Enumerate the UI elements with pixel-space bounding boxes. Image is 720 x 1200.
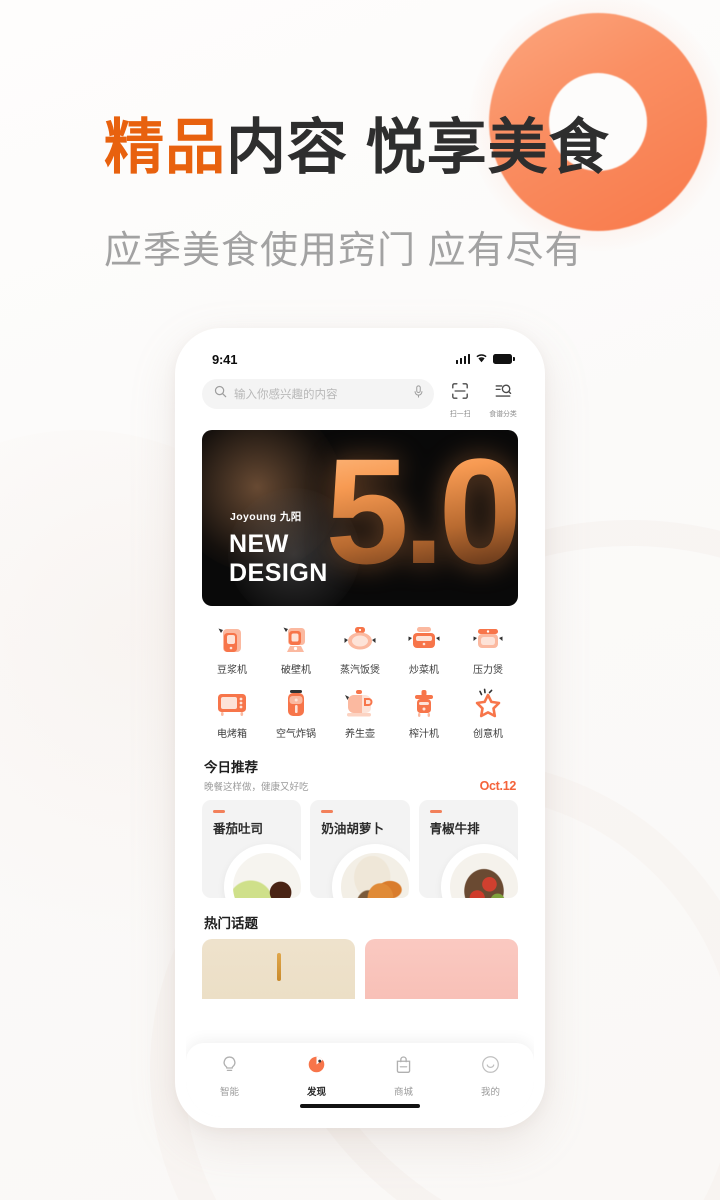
category-label: 炒菜机 <box>409 665 439 676</box>
tab-label: 商城 <box>393 1087 413 1098</box>
category-label: 压力煲 <box>473 665 503 676</box>
lightbulb-icon <box>220 1055 239 1079</box>
category-label: 豆浆机 <box>217 665 247 676</box>
category-item-soymilk-maker[interactable]: 豆浆机 <box>200 618 264 682</box>
category-label: 榨汁机 <box>409 729 439 740</box>
search-bar-row: 输入你感兴趣的内容 扫一扫 食谱分类 <box>186 373 534 419</box>
category-item-pressure-cooker[interactable]: 压力煲 <box>456 618 520 682</box>
recipe-photo <box>440 844 518 898</box>
category-item-health-pot[interactable]: 养生壶 <box>328 682 392 746</box>
recipe-card[interactable]: 番茄吐司 <box>202 800 302 898</box>
category-label: 电烤箱 <box>217 729 247 740</box>
recommend-title: 今日推荐 <box>204 760 258 775</box>
juicer-icon <box>407 688 441 720</box>
tab-profile[interactable]: 我的 <box>447 1055 534 1098</box>
search-icon <box>214 385 227 403</box>
battery-icon <box>493 354 515 364</box>
cooking-robot-icon <box>407 624 441 656</box>
topic-card-beige[interactable] <box>202 939 355 999</box>
recipe-category-icon <box>494 382 512 405</box>
recipe-card-title: 奶油胡萝卜 <box>321 822 384 836</box>
recipe-card-title: 番茄吐司 <box>213 822 264 836</box>
category-label: 创意机 <box>473 729 503 740</box>
recommend-header-text: 今日推荐 晚餐这样做，健康又好吃 <box>204 756 480 793</box>
search-placeholder: 输入你感兴趣的内容 <box>234 389 338 401</box>
recipe-card[interactable]: 奶油胡萝卜 <box>310 800 410 898</box>
tab-label: 发现 <box>306 1087 326 1098</box>
recommend-date: Oct.12 <box>479 779 517 793</box>
category-label: 空气炸锅 <box>276 729 316 740</box>
hot-topics-title: 热门话题 <box>204 916 258 931</box>
search-input[interactable]: 输入你感兴趣的内容 <box>202 379 434 409</box>
phone-mockup: 9:41 输入你感兴趣的内容 扫一扫 食谱分类 5.0 Joyoung 九阳 N… <box>175 328 545 1128</box>
banner-title: NEW DESIGN <box>229 530 328 588</box>
profile-icon <box>481 1055 500 1079</box>
tab-label: 我的 <box>480 1087 500 1098</box>
category-label: 养生壶 <box>345 729 375 740</box>
hot-topics-list <box>186 932 534 999</box>
soymilk-maker-icon <box>215 624 249 656</box>
banner-title-line2: DESIGN <box>229 559 328 587</box>
discover-icon <box>307 1055 326 1079</box>
topic-card-pink[interactable] <box>365 939 518 999</box>
category-row-1: 豆浆机 破壁机 蒸汽饭煲 炒菜机 压力煲 <box>200 618 520 682</box>
banner-brand-logo: Joyoung 九阳 <box>230 511 302 523</box>
promo-poster: 精品内容 悦享美食 应季美食使用窍门 应有尽有 9:41 输入你感兴趣的内容 扫… <box>0 0 720 1200</box>
wifi-icon <box>475 350 488 368</box>
recipe-card-list: 番茄吐司 奶油胡萝卜 青椒牛排 <box>186 793 534 898</box>
page-subtitle: 应季美食使用窍门 应有尽有 <box>104 230 584 272</box>
banner-title-line1: NEW <box>229 530 289 558</box>
recipe-card[interactable]: 青椒牛排 <box>418 800 518 898</box>
status-bar: 9:41 <box>186 339 534 373</box>
recommend-header: 今日推荐 晚餐这样做，健康又好吃 Oct.12 <box>186 746 534 793</box>
scan-label: 扫一扫 <box>449 409 471 418</box>
category-item-creative[interactable]: 创意机 <box>456 682 520 746</box>
recommend-subtitle: 晚餐这样做，健康又好吃 <box>204 782 309 793</box>
shopping-bag-icon <box>394 1055 413 1079</box>
recipe-category-button[interactable]: 食谱分类 <box>486 379 520 419</box>
category-item-cooking-robot[interactable]: 炒菜机 <box>392 618 456 682</box>
home-indicator <box>300 1104 420 1108</box>
recipe-photo <box>332 844 410 898</box>
category-row-2: 电烤箱 空气炸锅 养生壶 榨汁机 创意机 <box>200 682 520 746</box>
scan-icon <box>451 382 469 405</box>
air-fryer-icon <box>279 688 313 720</box>
health-pot-icon <box>343 688 377 720</box>
card-dash-marker <box>429 810 442 813</box>
category-label: 蒸汽饭煲 <box>340 665 380 676</box>
category-item-steam-rice-cooker[interactable]: 蒸汽饭煲 <box>328 618 392 682</box>
category-grid: 豆浆机 破壁机 蒸汽饭煲 炒菜机 压力煲 电烤箱 空气炸锅 养生壶 榨汁机 创意… <box>186 606 534 746</box>
category-label: 破壁机 <box>281 665 311 676</box>
tab-label: 智能 <box>219 1087 239 1098</box>
category-item-blender[interactable]: 破壁机 <box>264 618 328 682</box>
tab-smart[interactable]: 智能 <box>186 1055 273 1098</box>
phone-screen: 9:41 输入你感兴趣的内容 扫一扫 食谱分类 5.0 Joyoung 九阳 N… <box>186 339 534 1117</box>
card-dash-marker <box>321 810 334 813</box>
card-dash-marker <box>213 810 225 813</box>
pressure-cooker-icon <box>471 624 505 656</box>
banner-version-number: 5.0 <box>325 430 518 595</box>
page-title-accent: 精品 <box>104 114 226 181</box>
hero-banner[interactable]: 5.0 Joyoung 九阳 NEW DESIGN <box>202 430 518 606</box>
microphone-icon[interactable] <box>413 385 424 403</box>
signal-bars-icon <box>455 354 470 364</box>
blender-icon <box>279 624 313 656</box>
tab-discover[interactable]: 发现 <box>273 1055 360 1098</box>
page-title-rest: 内容 悦享美食 <box>226 114 610 181</box>
scan-button[interactable]: 扫一扫 <box>443 379 477 419</box>
oven-icon <box>215 688 249 720</box>
recipe-photo <box>224 844 302 898</box>
category-item-air-fryer[interactable]: 空气炸锅 <box>264 682 328 746</box>
recipe-card-title: 青椒牛排 <box>429 822 480 836</box>
creative-star-icon <box>471 688 505 720</box>
tab-mall[interactable]: 商城 <box>360 1055 447 1098</box>
category-item-oven[interactable]: 电烤箱 <box>200 682 264 746</box>
status-time: 9:41 <box>212 351 238 367</box>
status-indicators <box>455 350 515 368</box>
recipe-category-label: 食谱分类 <box>489 409 517 418</box>
category-item-juicer[interactable]: 榨汁机 <box>392 682 456 746</box>
page-title: 精品内容 悦享美食 <box>104 118 610 178</box>
steam-rice-cooker-icon <box>343 624 377 656</box>
